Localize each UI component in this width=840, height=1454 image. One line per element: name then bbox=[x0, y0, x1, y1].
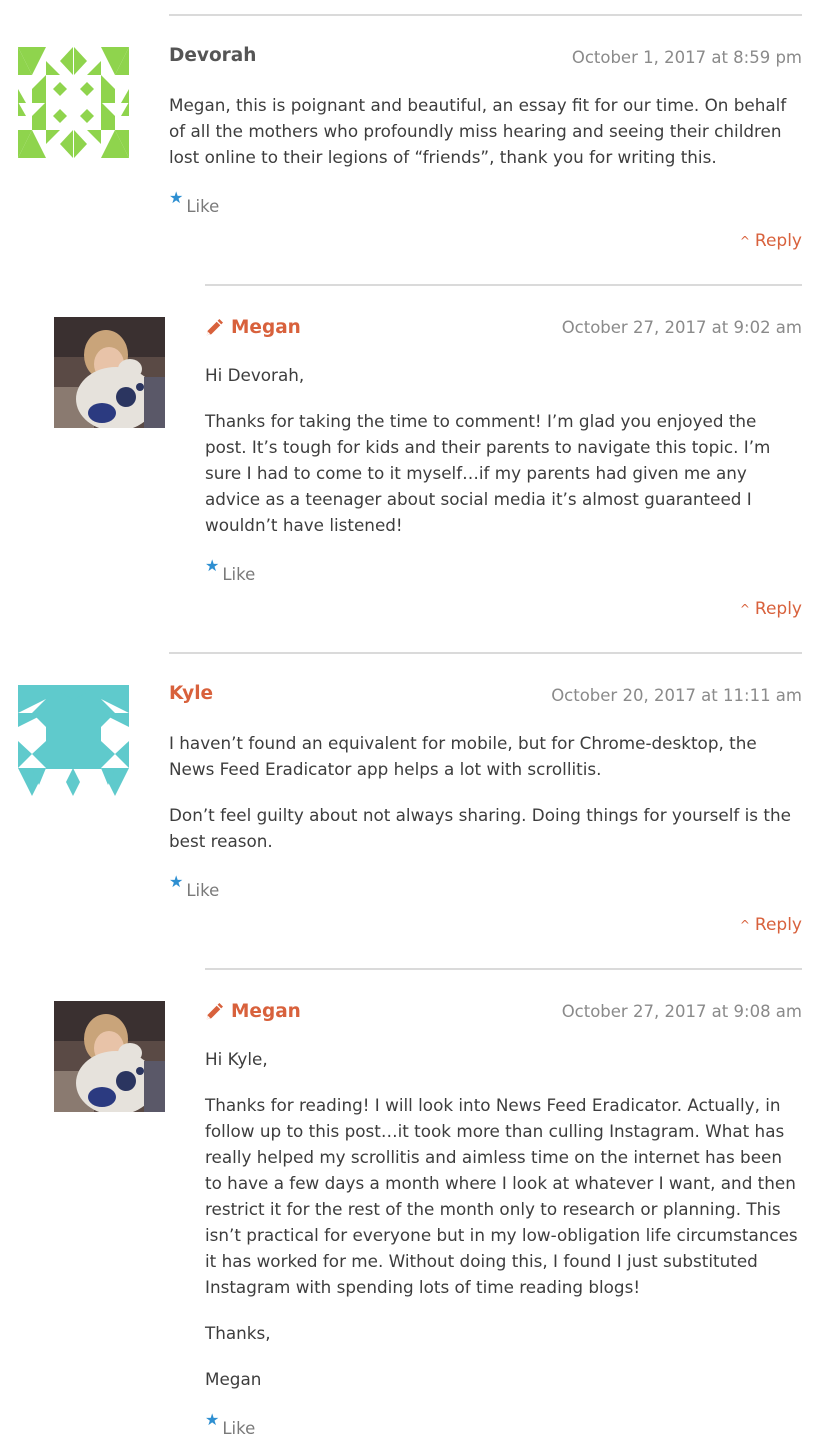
comment-body: I haven’t found an equivalent for mobile… bbox=[169, 730, 802, 874]
pencil-icon bbox=[206, 319, 223, 336]
identicon-teal-icon bbox=[18, 685, 129, 796]
avatar[interactable] bbox=[54, 1001, 165, 1112]
comment-divider bbox=[169, 652, 802, 654]
like-label: Like bbox=[222, 1419, 256, 1438]
star-icon: ★ bbox=[205, 556, 220, 575]
comment-divider bbox=[205, 284, 802, 286]
chevron-up-icon: ^ bbox=[739, 602, 750, 616]
comment-paragraph: Megan bbox=[205, 1369, 262, 1389]
comment-paragraph: Megan, this is poignant and beautiful, a… bbox=[169, 95, 787, 167]
reply-label: Reply bbox=[754, 599, 802, 619]
star-icon: ★ bbox=[205, 1410, 220, 1429]
star-icon: ★ bbox=[169, 872, 184, 891]
avatar[interactable] bbox=[18, 47, 129, 158]
comment-date-link[interactable]: October 27, 2017 at 9:08 am bbox=[562, 1000, 802, 1024]
comment-paragraph: Hi Devorah, bbox=[205, 365, 305, 385]
like-label: Like bbox=[186, 881, 220, 900]
comment-paragraph: Thanks, bbox=[205, 1323, 271, 1343]
comment-body: Hi Kyle, Thanks for reading! I will look… bbox=[205, 1046, 802, 1412]
comment-date-link[interactable]: October 20, 2017 at 11:11 am bbox=[551, 684, 802, 708]
avatar[interactable] bbox=[18, 685, 129, 796]
avatar[interactable] bbox=[54, 317, 165, 428]
comment-divider bbox=[205, 968, 802, 970]
reply-link[interactable]: ^ Reply bbox=[740, 597, 802, 621]
reply-link[interactable]: ^ Reply bbox=[740, 229, 802, 253]
photo-avatar-icon bbox=[54, 317, 165, 428]
comment-body: Hi Devorah, Thanks for taking the time t… bbox=[205, 362, 802, 558]
pencil-icon bbox=[206, 1003, 223, 1020]
comment-author: Devorah bbox=[169, 44, 256, 68]
comment-paragraph: Thanks for taking the time to comment! I… bbox=[205, 411, 771, 535]
like-button[interactable]: ★ Like bbox=[205, 1412, 256, 1440]
comment-paragraph: I haven’t found an equivalent for mobile… bbox=[169, 733, 757, 779]
like-button[interactable]: ★ Like bbox=[169, 874, 220, 902]
comment-date-link[interactable]: October 27, 2017 at 9:02 am bbox=[562, 316, 802, 340]
comment-paragraph: Don’t feel guilty about not always shari… bbox=[169, 805, 791, 851]
author-name: Kyle bbox=[169, 683, 214, 704]
like-button[interactable]: ★ Like bbox=[169, 190, 220, 218]
photo-avatar-icon bbox=[54, 1001, 165, 1112]
reply-label: Reply bbox=[754, 231, 802, 251]
comment-paragraph: Hi Kyle, bbox=[205, 1049, 268, 1069]
star-icon: ★ bbox=[169, 188, 184, 207]
chevron-up-icon: ^ bbox=[739, 918, 750, 932]
author-name: Megan bbox=[231, 317, 301, 338]
like-label: Like bbox=[222, 565, 256, 584]
comment-paragraph: Thanks for reading! I will look into New… bbox=[205, 1095, 798, 1297]
comment-body: Megan, this is poignant and beautiful, a… bbox=[169, 92, 802, 190]
like-button[interactable]: ★ Like bbox=[205, 558, 256, 586]
comment-date-link[interactable]: October 1, 2017 at 8:59 pm bbox=[572, 46, 802, 70]
reply-label: Reply bbox=[754, 915, 802, 935]
comment-author-link[interactable]: Megan bbox=[205, 316, 301, 340]
identicon-green-icon bbox=[18, 47, 129, 158]
author-name: Devorah bbox=[169, 45, 257, 66]
comment-author-link[interactable]: Kyle bbox=[169, 682, 213, 706]
reply-link[interactable]: ^ Reply bbox=[740, 913, 802, 937]
chevron-up-icon: ^ bbox=[739, 234, 750, 248]
comment-divider bbox=[169, 14, 802, 16]
like-label: Like bbox=[186, 197, 220, 216]
author-name: Megan bbox=[231, 1001, 301, 1022]
comment-author-link[interactable]: Megan bbox=[205, 1000, 301, 1024]
